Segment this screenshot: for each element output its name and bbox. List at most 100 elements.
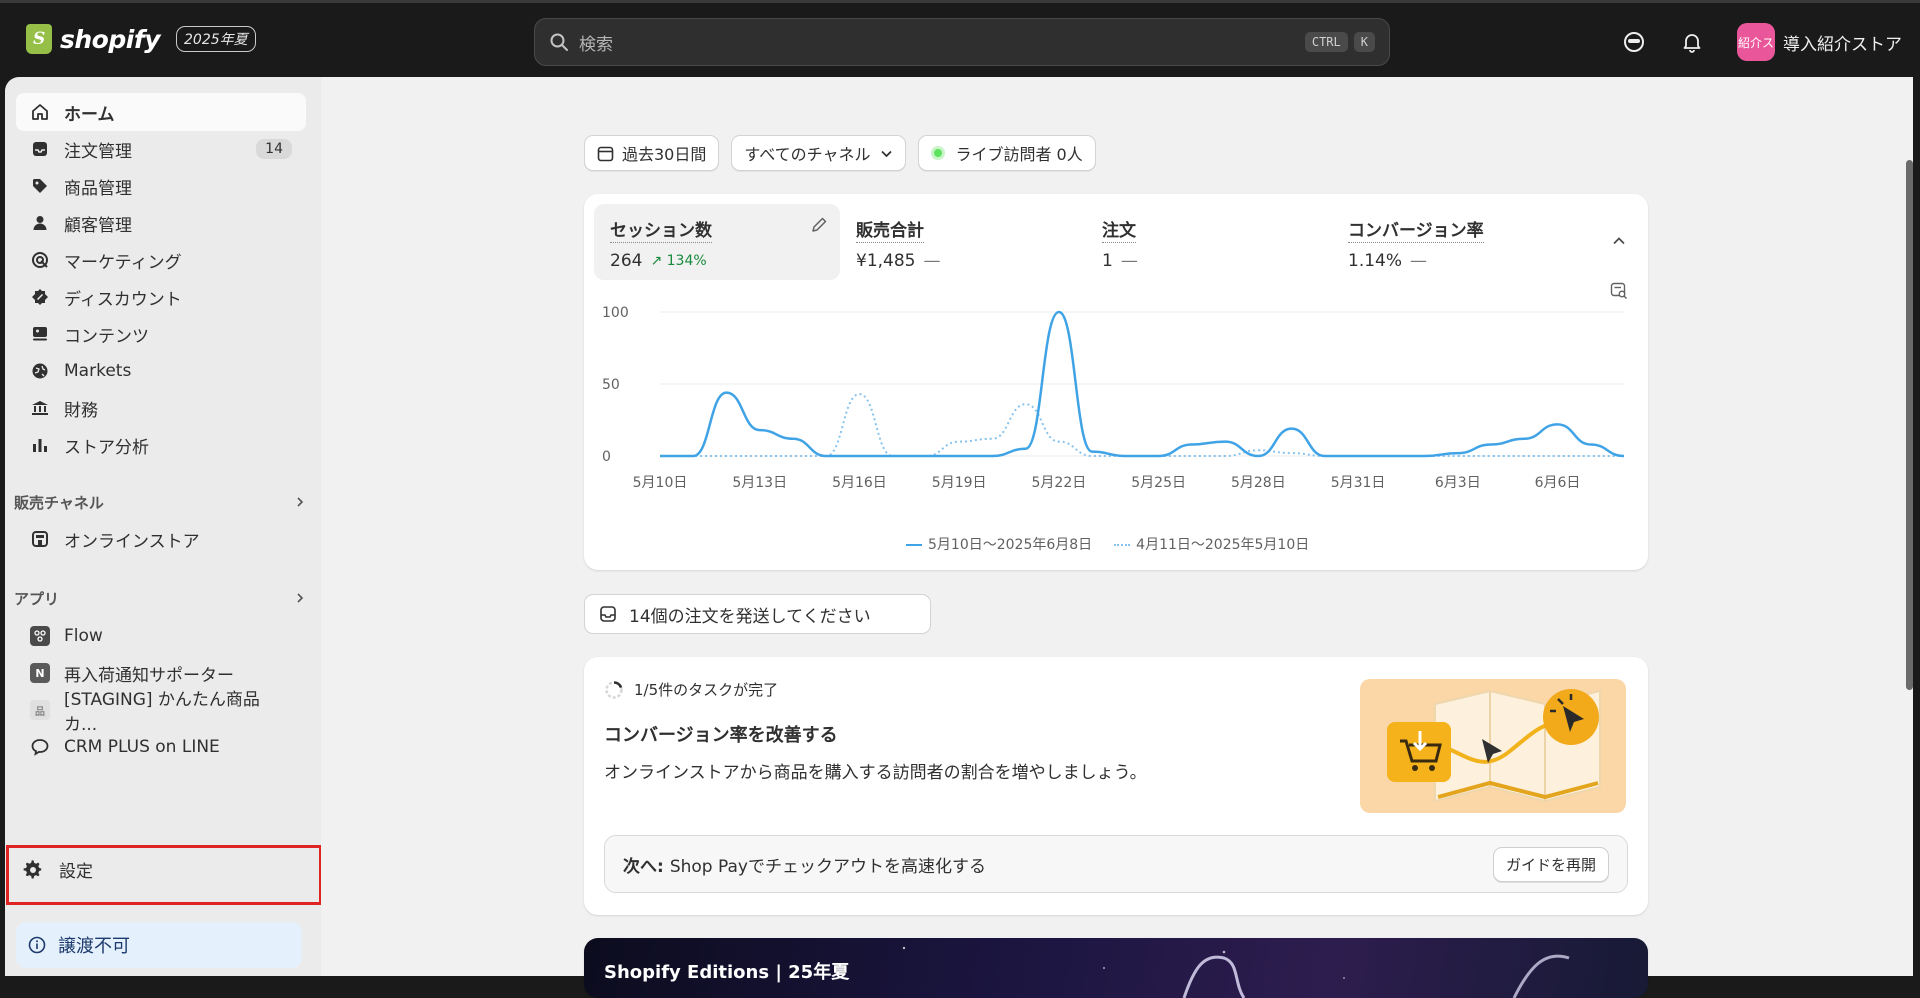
sidebar-item-label: 商品管理 — [64, 178, 132, 199]
pencil-icon[interactable] — [810, 216, 828, 234]
inbox-icon — [599, 605, 617, 623]
scrollbar[interactable] — [1906, 160, 1913, 690]
next-task-label: Shop Payでチェックアウトを高速化する — [669, 856, 986, 877]
filter-bar: 過去30日間 すべてのチャネル ライブ訪問者 0人 — [584, 135, 1096, 171]
y-tick-label: 100 — [602, 305, 629, 321]
x-tick-label: 5月16日 — [832, 475, 887, 491]
ship-orders-label: 14個の注文を発送してください — [629, 606, 871, 627]
sidebar-item-home[interactable]: ホーム — [16, 93, 306, 131]
sidebar-item-customers[interactable]: 顧客管理 — [16, 204, 306, 242]
metrics-card: セッション数 264 ↗ 134% 販売合計 ¥1,485 — 注文 1 — コ… — [584, 194, 1648, 570]
sidebar-item-marketing[interactable]: マーケティング — [16, 241, 306, 279]
channel-select[interactable]: すべてのチャネル — [731, 135, 907, 171]
sidebar-item-label: ホーム — [64, 104, 115, 125]
date-range-label: 過去30日間 — [622, 145, 707, 164]
metric-trend: — — [1410, 251, 1428, 271]
orders-count-badge: 14 — [256, 139, 292, 159]
metric-value: ¥1,485 — [856, 251, 916, 271]
legend-previous-label: 4月11日〜2025年5月10日 — [1136, 537, 1310, 553]
inbox-icon — [30, 139, 50, 159]
sidebar-item-label: ディスカウント — [64, 289, 182, 310]
task-progress-label: 1/5件のタスクが完了 — [634, 681, 779, 699]
x-tick-label: 5月10日 — [633, 475, 688, 491]
sidebar-item-label: ストア分析 — [64, 437, 149, 458]
chat-bubble-icon — [30, 737, 50, 757]
banner-title: Shopify Editions | 25年夏 — [604, 962, 850, 983]
metric-trend: — — [923, 251, 941, 271]
metric-value-row: ¥1,485 — — [856, 251, 1070, 271]
next-task-box[interactable]: 次へ: Shop Payでチェックアウトを高速化する ガイドを再開 — [604, 835, 1628, 893]
sidebar-item-discounts[interactable]: ディスカウント — [16, 278, 306, 316]
setup-guide-card: 1/5件のタスクが完了 コンバージョン率を改善する オンラインストアから商品を購… — [584, 657, 1648, 915]
metric-sessions[interactable]: セッション数 264 ↗ 134% — [594, 204, 840, 280]
sidebar-item-label: 顧客管理 — [64, 215, 132, 236]
sidebar-item-settings[interactable]: 設定 — [23, 857, 93, 882]
x-tick-label: 5月25日 — [1131, 475, 1186, 491]
top-bar: shopify 2025年夏 検索 CTRL K 紹介ス 導入紹介ストア — [0, 0, 1920, 77]
editions-banner[interactable]: Shopify Editions | 25年夏 — [584, 938, 1648, 998]
live-visitors-button[interactable]: ライブ訪問者 0人 — [918, 135, 1096, 171]
shortcut-ctrl-key: CTRL — [1304, 32, 1348, 52]
search-input[interactable]: 検索 — [579, 30, 1299, 55]
metric-value: 264 — [610, 251, 643, 271]
apps-heading[interactable]: アプリ — [14, 588, 312, 609]
globe-icon — [30, 361, 50, 381]
sidekick-icon[interactable] — [1621, 29, 1647, 55]
sidebar-item-content[interactable]: コンテンツ — [16, 315, 306, 353]
bar-chart-icon — [30, 435, 50, 455]
info-icon — [28, 936, 46, 954]
sales-channels-heading[interactable]: 販売チャネル — [14, 492, 312, 513]
task-description: オンラインストアから商品を購入する訪問者の割合を増やしましょう。 — [604, 763, 1147, 783]
sidebar-item-label: 注文管理 — [64, 141, 132, 162]
restock-app-icon: N — [30, 663, 50, 683]
trend-percent: 134% — [666, 253, 707, 269]
metric-value-row: 264 ↗ 134% — [610, 251, 824, 271]
tag-icon — [30, 176, 50, 196]
sidebar: ホーム 注文管理 14 商品管理 顧客管理 マーケティング ディスカウント コン… — [5, 77, 322, 976]
bell-icon[interactable] — [1679, 29, 1705, 55]
shopify-bag-icon — [26, 24, 52, 54]
calendar-icon — [597, 145, 614, 162]
metric-conversion-rate[interactable]: コンバージョン率 1.14% — — [1332, 204, 1578, 280]
person-icon — [30, 213, 50, 233]
metric-label: コンバージョン率 — [1348, 216, 1484, 243]
non-transferable-notice[interactable]: 譲渡不可 — [16, 922, 302, 968]
resume-guide-button[interactable]: ガイドを再開 — [1492, 846, 1609, 882]
live-visitors-label: ライブ訪問者 0人 — [955, 145, 1083, 164]
sidebar-item-label: 再入荷通知サポーター — [64, 665, 234, 686]
search-icon — [550, 33, 568, 51]
sidebar-item-online-store[interactable]: オンラインストア — [16, 520, 306, 558]
x-tick-label: 5月19日 — [932, 475, 987, 491]
legend-previous: 4月11日〜2025年5月10日 — [1114, 534, 1309, 554]
top-right-icons: 紹介ス 導入紹介ストア — [1621, 23, 1920, 61]
search-bar[interactable]: 検索 CTRL K — [534, 18, 1390, 66]
ship-orders-button[interactable]: 14個の注文を発送してください — [584, 594, 931, 634]
user-menu[interactable]: 紹介ス 導入紹介ストア — [1737, 23, 1902, 61]
sidebar-item-staging-app[interactable]: 品 [STAGING] かんたん商品カ... — [16, 690, 306, 735]
metric-value-row: 1 — — [1102, 251, 1316, 271]
target-icon — [30, 250, 50, 270]
sidebar-item-finance[interactable]: 財務 — [16, 389, 306, 427]
sidebar-item-markets[interactable]: Markets — [16, 352, 306, 390]
sidebar-item-flow[interactable]: Flow — [16, 617, 306, 655]
shopify-logo[interactable]: shopify 2025年夏 — [26, 24, 256, 54]
edition-badge[interactable]: 2025年夏 — [176, 26, 256, 52]
chart-legend: 5月10日〜2025年6月8日 4月11日〜2025年5月10日 — [906, 534, 1309, 554]
main-content: 過去30日間 すべてのチャネル ライブ訪問者 0人 セッション数 264 ↗ 1… — [321, 77, 1913, 998]
home-icon — [30, 102, 50, 122]
sidebar-item-crm-plus[interactable]: CRM PLUS on LINE — [16, 728, 306, 766]
x-tick-label: 5月31日 — [1331, 475, 1386, 491]
metric-orders[interactable]: 注文 1 — — [1086, 204, 1332, 280]
chevron-up-icon[interactable] — [1612, 234, 1626, 248]
y-tick-label: 50 — [602, 377, 620, 393]
sidebar-item-products[interactable]: 商品管理 — [16, 167, 306, 205]
date-range-button[interactable]: 過去30日間 — [584, 135, 720, 171]
sidebar-item-orders[interactable]: 注文管理 14 — [16, 130, 306, 168]
flow-app-icon — [30, 626, 50, 646]
task-title: コンバージョン率を改善する — [604, 725, 838, 746]
metric-value-row: 1.14% — — [1348, 251, 1562, 271]
sidebar-item-analytics[interactable]: ストア分析 — [16, 426, 306, 464]
legend-current: 5月10日〜2025年6月8日 — [906, 534, 1092, 554]
sidebar-item-label: オンラインストア — [64, 531, 200, 552]
metric-total-sales[interactable]: 販売合計 ¥1,485 — — [840, 204, 1086, 280]
